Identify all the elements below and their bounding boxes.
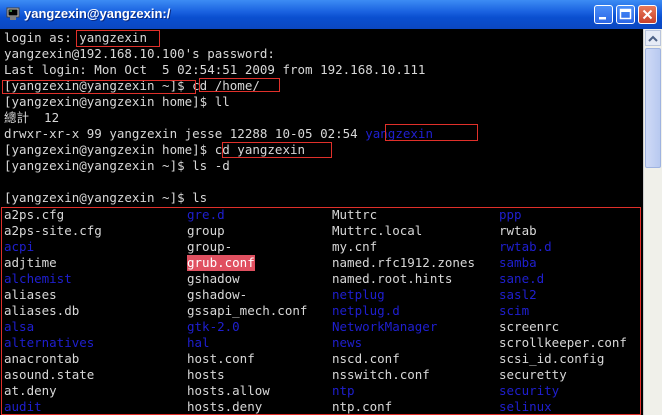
scroll-up-button[interactable] [645, 30, 661, 46]
terminal-line: [yangzexin@yangzexin ~]$ ls [4, 190, 208, 205]
annotation-box-user [2, 80, 196, 94]
arrow-up-icon [648, 35, 658, 42]
minimize-icon [599, 17, 606, 20]
terminal-window: yangzexin@yangzexin:/ login as: yangzexi… [0, 0, 662, 415]
terminal-line: drwxr-xr-x 99 yangzexin jesse 12288 10-0… [4, 126, 433, 142]
terminal-line: 總計 12 [4, 110, 60, 125]
annotation-box-dir [385, 124, 478, 141]
title-bar[interactable]: yangzexin@yangzexin:/ [0, 0, 662, 30]
annotation-box-cd-home [199, 78, 280, 92]
putty-terminal-icon [6, 7, 20, 20]
annotation-box-login [76, 30, 160, 47]
vertical-scrollbar[interactable] [643, 29, 662, 415]
minimize-button[interactable] [594, 5, 613, 24]
maximize-icon [619, 8, 632, 20]
annotation-box-cd-user [222, 142, 332, 158]
ll-line-prefix: drwxr-xr-x 99 yangzexin jesse 12288 10-0… [4, 126, 366, 141]
maximize-button[interactable] [616, 5, 635, 24]
terminal-output[interactable]: login as: yangzexin yangzexin@192.168.10… [0, 29, 643, 415]
close-button[interactable] [638, 5, 657, 24]
terminal-line: [yangzexin@yangzexin ~]$ ls -d [4, 158, 230, 173]
close-icon [642, 9, 653, 20]
terminal-line: [yangzexin@yangzexin home]$ ll [4, 94, 230, 109]
scroll-thumb[interactable] [645, 48, 661, 168]
annotation-box-listing [1, 207, 641, 415]
window-title: yangzexin@yangzexin:/ [24, 6, 171, 21]
terminal-line: Last login: Mon Oct 5 02:54:51 2009 from… [4, 62, 426, 77]
terminal-line: yangzexin@192.168.10.100's password: [4, 46, 275, 61]
